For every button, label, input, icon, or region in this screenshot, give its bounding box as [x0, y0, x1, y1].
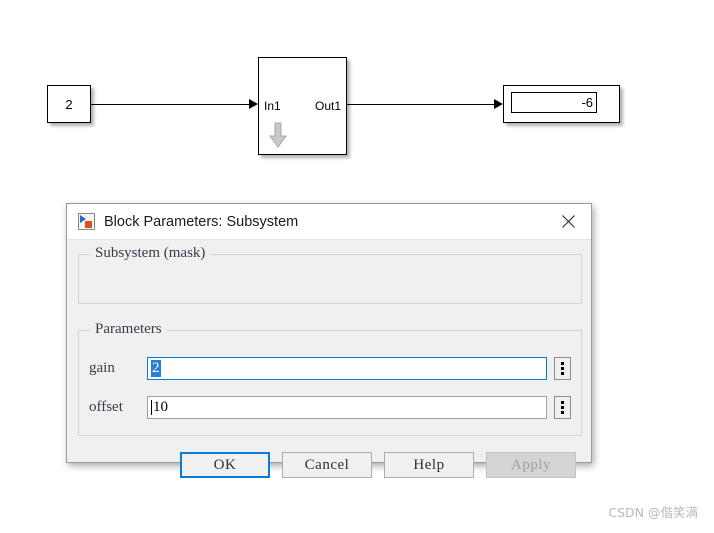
constant-block-value: 2 [65, 96, 73, 112]
dialog-button-row: OK Cancel Help Apply [67, 452, 591, 478]
display-block-readout: -6 [511, 92, 597, 113]
text-caret [151, 400, 152, 415]
cancel-button[interactable]: Cancel [282, 452, 372, 478]
dialog-body: Subsystem (mask) Parameters gain 2 offse… [67, 240, 591, 478]
signal-line-subsystem-to-display [347, 104, 496, 105]
gain-input-value: 2 [151, 360, 161, 377]
offset-label: offset [89, 399, 123, 415]
gain-input[interactable]: 2 [147, 357, 547, 380]
close-icon[interactable] [545, 204, 591, 239]
simulink-block-icon [78, 213, 95, 230]
help-button[interactable]: Help [384, 452, 474, 478]
parameters-group: Parameters gain 2 offset 10 [78, 321, 582, 436]
mask-group-legend: Subsystem (mask) [90, 245, 211, 262]
mask-description-group: Subsystem (mask) [78, 245, 582, 304]
dialog-title: Block Parameters: Subsystem [104, 213, 299, 230]
parameters-group-legend: Parameters [90, 321, 167, 338]
field-row-offset: offset 10 [89, 396, 571, 419]
mask-down-arrow-icon [269, 122, 287, 148]
display-block[interactable]: -6 [503, 85, 620, 123]
subsystem-block[interactable]: In1 Out1 [258, 57, 347, 155]
watermark: CSDN @偕笑满 [608, 505, 698, 520]
arrowhead-icon [494, 99, 503, 109]
subsystem-in-port-label: In1 [264, 99, 281, 113]
vertical-dots-icon[interactable] [554, 357, 571, 380]
subsystem-out-port-label: Out1 [314, 99, 341, 113]
constant-block[interactable]: 2 [47, 85, 91, 123]
gain-label: gain [89, 360, 115, 376]
apply-button: Apply [486, 452, 576, 478]
simulink-model-canvas: 2 In1 Out1 -6 [0, 0, 714, 190]
display-block-value: -6 [581, 95, 593, 110]
field-row-gain: gain 2 [89, 357, 571, 380]
offset-input[interactable]: 10 [147, 396, 547, 419]
offset-input-value: 10 [153, 399, 168, 415]
ok-button[interactable]: OK [180, 452, 270, 478]
dialog-titlebar[interactable]: Block Parameters: Subsystem [67, 204, 591, 240]
vertical-dots-icon[interactable] [554, 396, 571, 419]
block-parameters-dialog: Block Parameters: Subsystem Subsystem (m… [66, 203, 592, 478]
arrowhead-icon [249, 99, 258, 109]
signal-line-constant-to-subsystem [91, 104, 251, 105]
